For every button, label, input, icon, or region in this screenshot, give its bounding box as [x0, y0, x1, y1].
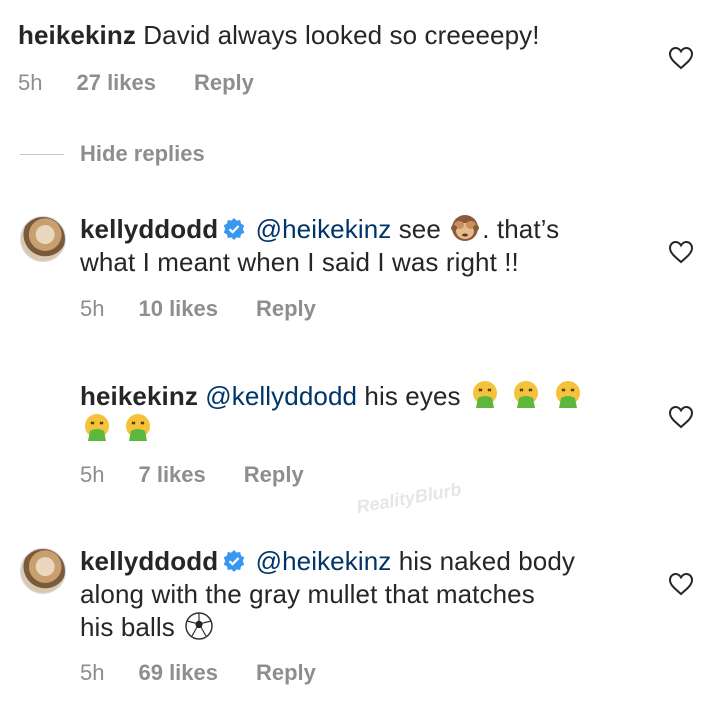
reply-meta: 5h 69 likes Reply — [80, 660, 316, 686]
comment-time: 5h — [18, 70, 43, 95]
reply-time: 5h — [80, 296, 105, 321]
reply-button[interactable]: Reply — [256, 660, 316, 686]
reply-text: see — [398, 214, 441, 244]
comment-heikekinz: heikekinz David always looked so creeeep… — [18, 19, 540, 52]
reply-time: 5h — [80, 660, 105, 685]
reply-kellyddodd-2: kellyddodd @heikekinz his naked body alo… — [80, 545, 575, 644]
likes-count[interactable]: 27 likes — [76, 70, 156, 96]
mention-link[interactable]: @heikekinz — [256, 214, 392, 244]
likes-count[interactable]: 10 likes — [138, 296, 218, 322]
reply-text-line3: his balls — [80, 612, 175, 642]
likes-count[interactable]: 7 likes — [138, 462, 205, 488]
heart-icon[interactable] — [668, 572, 694, 596]
hide-replies-button[interactable]: Hide replies — [80, 141, 205, 167]
heart-icon[interactable] — [668, 46, 694, 70]
comment-text: David always looked so creeeepy! — [143, 20, 540, 50]
mention-link[interactable]: @kellyddodd — [205, 381, 357, 411]
heart-icon[interactable] — [668, 240, 694, 264]
vomiting-face-icon — [555, 381, 580, 408]
see-no-evil-monkey-icon — [451, 215, 480, 241]
reply-button[interactable]: Reply — [244, 462, 304, 488]
reply-text: his naked body — [398, 546, 576, 576]
avatar[interactable] — [20, 548, 66, 594]
mention-link[interactable]: @heikekinz — [256, 546, 392, 576]
soccer-ball-icon — [185, 612, 213, 640]
reply-text-line2: along with the gray mullet that matches — [80, 579, 535, 609]
vomiting-face-icon — [472, 381, 497, 408]
comment-username[interactable]: heikekinz — [18, 20, 136, 50]
vomiting-face-icon — [126, 414, 151, 441]
divider-line — [20, 154, 64, 155]
reply-kellyddodd-1: kellyddodd @heikekinz see . that’s what … — [80, 213, 559, 279]
reply-text-end: . that’s — [482, 214, 560, 244]
reply-button[interactable]: Reply — [256, 296, 316, 322]
vomiting-face-icon — [85, 414, 109, 441]
avatar[interactable] — [20, 216, 66, 262]
reply-time: 5h — [80, 462, 105, 487]
reply-meta: 5h 7 likes Reply — [80, 462, 304, 488]
reply-text: his eyes — [364, 381, 461, 411]
verified-badge-icon — [224, 550, 245, 572]
reply-meta: 5h 10 likes Reply — [80, 296, 316, 322]
reply-username[interactable]: heikekinz — [80, 381, 198, 411]
reply-text-line2: what I meant when I said I was right !! — [80, 247, 519, 277]
verified-badge-icon — [224, 218, 245, 240]
reply-button[interactable]: Reply — [194, 70, 254, 96]
heart-icon[interactable] — [668, 405, 694, 429]
watermark: RealityBlurb — [354, 478, 463, 518]
vomiting-face-icon — [514, 381, 539, 408]
likes-count[interactable]: 69 likes — [138, 660, 218, 686]
reply-heikekinz: heikekinz @kellyddodd his eyes — [80, 380, 585, 446]
comment-meta: 5h 27 likes Reply — [18, 70, 254, 96]
reply-username[interactable]: kellyddodd — [80, 214, 218, 244]
reply-username[interactable]: kellyddodd — [80, 546, 218, 576]
